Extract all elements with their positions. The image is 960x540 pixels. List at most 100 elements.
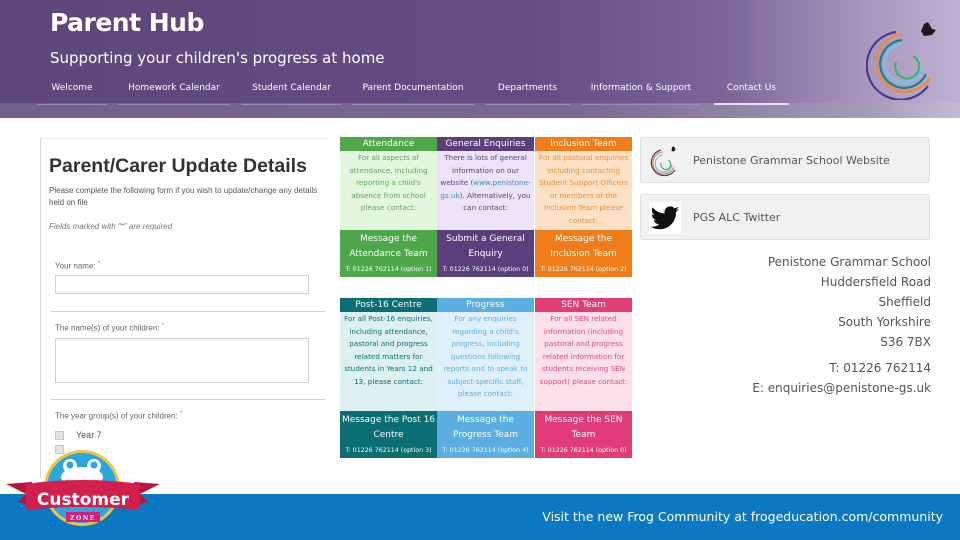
- address-line: Penistone Grammar School: [767, 255, 931, 269]
- tile-heading: SEN Team: [535, 298, 632, 312]
- contact-tile: General Enquiries There is lots of genera…: [437, 137, 534, 277]
- link-label: PGS ALC Twitter: [693, 211, 781, 224]
- tile-description: For all aspects of attendance, including…: [340, 151, 437, 230]
- main-nav: Welcome Homework Calendar Student Calend…: [0, 78, 960, 105]
- school-address: Penistone Grammar School Huddersfield Ro…: [752, 252, 931, 398]
- tile-description: For all SEN related information (includi…: [535, 312, 632, 411]
- nav-item-student-calendar[interactable]: Student Calendar: [241, 78, 342, 105]
- nav-item-label: Information & Support: [590, 83, 692, 93]
- tile-message-button[interactable]: Message the Inclusion Team T: 01226 76211…: [535, 230, 632, 277]
- nav-underline: [352, 104, 474, 105]
- tile-description: For any enquiries regarding a child's pr…: [437, 312, 534, 411]
- tile-heading: Attendance: [340, 137, 437, 151]
- required-note: Fields marked with "*" are required: [49, 222, 173, 231]
- tile-action-label: Message the SEN Team: [544, 415, 623, 440]
- children-names-textarea[interactable]: [55, 338, 309, 383]
- field-label-text: The year group(s) of your children:: [55, 411, 178, 421]
- customer-zone-badge: Customer ZONE: [6, 450, 160, 526]
- twitter-bird-icon: [649, 202, 681, 234]
- children-names-label: The name(s) of your children: *: [55, 323, 164, 333]
- nav-item-label: Student Calendar: [252, 83, 331, 93]
- page-title: Parent Hub: [50, 8, 204, 37]
- tile-action-label: Message the Inclusion Team: [550, 234, 617, 259]
- nav-item-contact-us[interactable]: Contact Us: [714, 78, 789, 105]
- nav-item-label: Departments: [497, 83, 558, 93]
- header: Parent Hub Supporting your children's pr…: [0, 0, 960, 118]
- twitter-link[interactable]: PGS ALC Twitter: [640, 194, 930, 240]
- year-groups-label: The year group(s) of your children: *: [55, 411, 182, 421]
- nav-underline: [485, 104, 570, 105]
- field-divider: [51, 311, 325, 312]
- tile-action-label: Message the Attendance Team: [349, 234, 428, 259]
- tile-phone: T: 01226 762114 (option 1): [345, 266, 432, 273]
- nav-underline: [37, 104, 107, 105]
- checkbox-label: Year 7: [76, 430, 102, 440]
- form-intro: Please complete the following form if yo…: [49, 186, 318, 207]
- tile-heading: General Enquiries: [437, 137, 534, 151]
- contact-tile: Attendance For all aspects of attendance,…: [340, 137, 437, 277]
- nav-item-information-support[interactable]: Information & Support: [582, 78, 700, 105]
- tile-description-text: ). Alternatively, you can contact:: [459, 190, 531, 213]
- address-email[interactable]: E: enquiries@penistone-gs.uk: [752, 378, 931, 398]
- tile-phone: T: 01226 762114 (option 3): [345, 447, 432, 454]
- school-website-link[interactable]: Penistone Grammar School Website: [640, 137, 930, 183]
- field-label-text: The name(s) of your children:: [55, 323, 160, 333]
- nav-item-departments[interactable]: Departments: [485, 78, 570, 105]
- tile-message-button[interactable]: Message the SEN Team T: 01226 762114 (opt…: [535, 411, 632, 458]
- nav-item-label: Contact Us: [726, 83, 777, 93]
- address-line: Sheffield: [878, 295, 931, 309]
- nav-item-label: Welcome: [51, 83, 93, 93]
- required-mark: *: [161, 323, 165, 329]
- field-divider: [51, 399, 325, 400]
- checkbox-box[interactable]: [55, 430, 64, 440]
- tile-heading: Post-16 Centre: [340, 298, 437, 312]
- address-line: South Yorkshire: [838, 315, 931, 329]
- required-mark: *: [97, 261, 101, 267]
- nav-item-label: Parent Documentation: [362, 83, 464, 93]
- nav-item-parent-documentation[interactable]: Parent Documentation: [352, 78, 474, 105]
- address-postcode: S36 7BX: [880, 335, 931, 349]
- nav-underline-active: [714, 103, 789, 105]
- field-label-text: Your name:: [55, 261, 96, 271]
- address-phone: T: 01226 762114: [829, 361, 931, 375]
- tile-description: For all Post-16 enquiries, including att…: [340, 312, 437, 411]
- tile-description: For all pastoral enquiries including con…: [535, 151, 632, 230]
- address-line: Huddersfield Road: [820, 275, 931, 289]
- badge-subtitle: ZONE: [70, 515, 96, 522]
- tile-action-label: Message the Progress Team: [452, 415, 519, 440]
- form-title: Parent/Carer Update Details: [49, 155, 307, 177]
- nav-underline: [118, 104, 230, 105]
- nav-item-label: Homework Calendar: [128, 83, 220, 93]
- link-label: Penistone Grammar School Website: [693, 154, 890, 167]
- footer-text[interactable]: Visit the new Frog Community at frogeduc…: [542, 509, 943, 524]
- nav-underline: [582, 104, 700, 105]
- page: Parent Hub Supporting your children's pr…: [0, 0, 960, 540]
- contact-tile: Progress For any enquiries regarding a ch…: [437, 298, 534, 458]
- tile-phone: T: 01226 762114 (option 4): [442, 447, 529, 454]
- tile-phone: T: 01226 762114 (option 0): [540, 447, 627, 454]
- badge-title: Customer: [37, 490, 130, 510]
- tile-heading: Progress: [437, 298, 534, 312]
- your-name-label: Your name: *: [55, 261, 100, 271]
- school-logo-icon: [866, 22, 936, 100]
- page-subtitle: Supporting your children's progress at h…: [50, 49, 385, 67]
- nav-item-welcome[interactable]: Welcome: [37, 78, 107, 105]
- tile-message-button[interactable]: Message the Post 16 Centre T: 01226 76211…: [340, 411, 437, 458]
- contact-tile: Inclusion Team For all pastoral enquiries…: [535, 137, 632, 277]
- tile-action-label: Submit a General Enquiry: [446, 234, 525, 259]
- contact-tile: Post-16 Centre For all Post-16 enquiries,…: [340, 298, 437, 458]
- your-name-input[interactable]: [55, 275, 309, 294]
- tile-message-button[interactable]: Message the Progress Team T: 01226 762114…: [437, 411, 534, 458]
- school-logo-icon: [650, 146, 676, 177]
- tile-message-button[interactable]: Message the Attendance Team T: 01226 7621…: [340, 230, 437, 277]
- tile-phone: T: 01226 762114 (option 2): [540, 266, 627, 273]
- checkbox-year-7[interactable]: Year 7: [55, 430, 102, 440]
- nav-item-homework-calendar[interactable]: Homework Calendar: [118, 78, 230, 105]
- tile-description: There is lots of general information on …: [437, 151, 534, 230]
- header-band: [0, 103, 960, 118]
- tile-message-button[interactable]: Submit a General Enquiry T: 01226 762114 …: [437, 230, 534, 277]
- tile-phone: T: 01226 762114 (option 0): [442, 266, 529, 273]
- required-mark: *: [179, 411, 183, 417]
- nav-underline: [241, 104, 342, 105]
- tile-heading: Inclusion Team: [535, 137, 632, 151]
